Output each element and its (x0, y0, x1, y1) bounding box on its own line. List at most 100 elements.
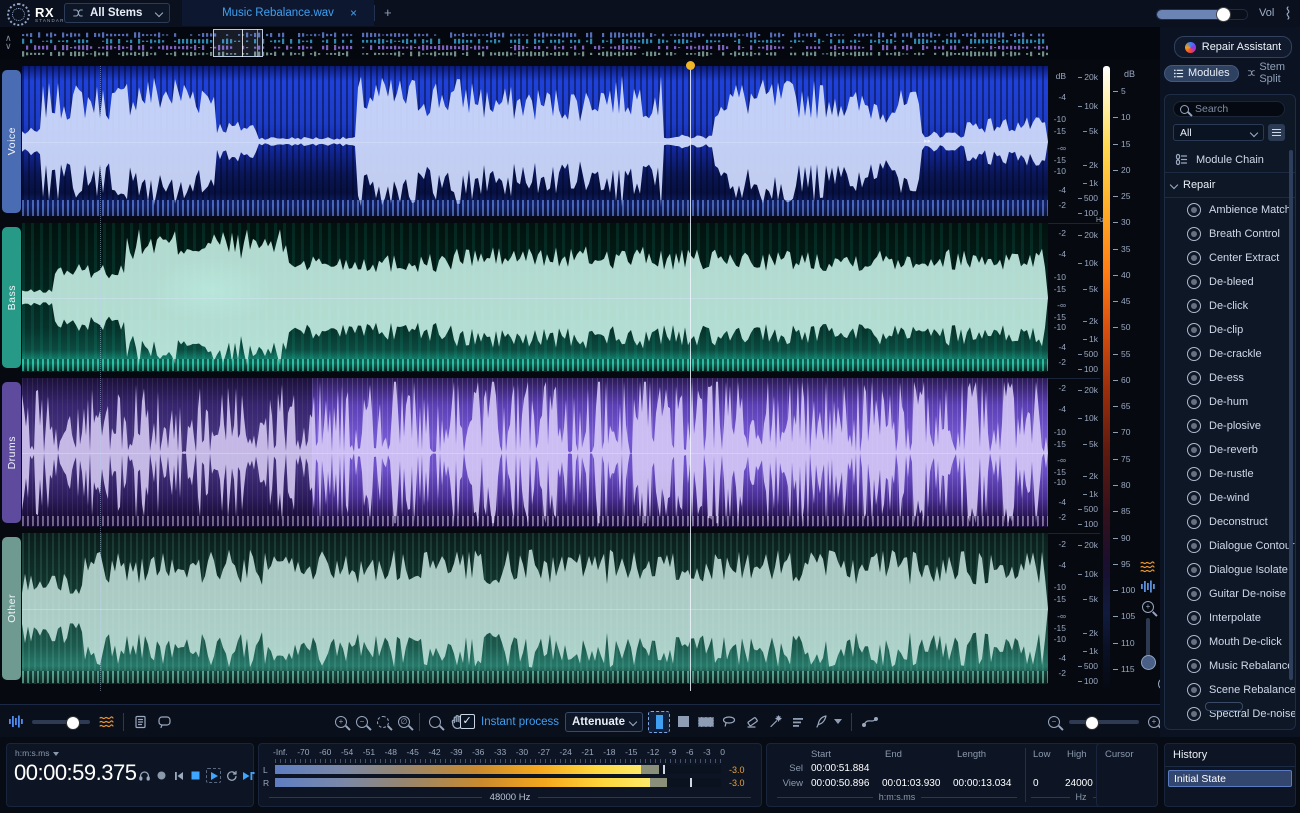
module-item[interactable]: De-clip (1165, 318, 1295, 342)
module-filter-select[interactable]: All (1173, 124, 1264, 141)
zoom-selection-icon[interactable] (377, 716, 389, 728)
module-item[interactable]: De-hum (1165, 390, 1295, 414)
minimap-resize-control[interactable]: ∧∨ (5, 34, 12, 50)
vertical-zoom-in-icon[interactable]: + (1142, 601, 1154, 613)
wave-spectrogram-blend-slider[interactable] (32, 720, 90, 724)
playhead-marker[interactable] (686, 61, 695, 70)
module-item[interactable]: De-reverb (1165, 438, 1295, 462)
module-item[interactable]: De-ess (1165, 366, 1295, 390)
high-frequency-value[interactable]: 24000 (1065, 778, 1093, 789)
new-tab-button[interactable]: + (384, 5, 392, 20)
clip-boundary-marker[interactable]: ▸▸ (924, 137, 931, 145)
tab-modules[interactable]: Modules (1164, 65, 1239, 82)
peak-readout-left[interactable]: -3.0 (729, 765, 745, 775)
file-tab[interactable]: Music Rebalance.wav (182, 0, 374, 26)
loop-button[interactable] (225, 769, 238, 782)
selection-start-value[interactable]: 00:00:51.884 (811, 763, 869, 774)
stems-selector[interactable]: All Stems (64, 3, 170, 23)
repair-section-header[interactable]: Repair (1165, 173, 1295, 198)
module-item[interactable]: Guitar De-noise (1165, 582, 1295, 606)
eraser-tool[interactable] (742, 712, 762, 732)
module-item[interactable]: Mouth De-click (1165, 630, 1295, 654)
drums-spectrogram[interactable] (22, 378, 1048, 527)
list-options-button[interactable] (1268, 124, 1285, 141)
waveform-stats-icon[interactable] (1281, 6, 1295, 21)
stem-tab-bass[interactable]: Bass (2, 227, 21, 368)
spectrogram-legend-bar[interactable] (1103, 66, 1110, 688)
waveform-view-icon[interactable] (1140, 580, 1155, 593)
module-item[interactable]: De-crackle (1165, 342, 1295, 366)
zoom-in-icon[interactable]: + (335, 716, 347, 728)
module-item[interactable]: De-wind (1165, 486, 1295, 510)
brush-tool[interactable] (811, 712, 831, 732)
horizontal-zoom-out-icon[interactable]: − (1048, 716, 1060, 728)
module-item[interactable]: Interpolate (1165, 606, 1295, 630)
waveform-blend-icon[interactable] (8, 715, 23, 728)
other-spectrogram[interactable] (22, 533, 1048, 684)
zoom-out-icon[interactable]: − (356, 716, 368, 728)
blend-slider-knob[interactable] (66, 716, 80, 730)
module-item[interactable]: Music Rebalance (1165, 654, 1295, 678)
module-item[interactable]: De-bleed (1165, 270, 1295, 294)
panel-resize-handle[interactable] (1205, 702, 1243, 711)
module-item[interactable]: Breath Control (1165, 222, 1295, 246)
stem-tab-other[interactable]: Other (2, 537, 21, 680)
spectrogram-blend-icon[interactable] (99, 715, 114, 728)
time-format-select[interactable]: h:m:s.ms (15, 748, 59, 758)
module-item[interactable]: De-rustle (1165, 462, 1295, 486)
peak-readout-right[interactable]: -3.0 (729, 778, 745, 788)
volume-slider-knob[interactable] (1216, 7, 1231, 22)
stem-tab-voice[interactable]: Voice (2, 70, 21, 213)
voice-spectrogram[interactable]: ▸▸ (22, 66, 1048, 217)
frequency-selection-tool[interactable] (696, 712, 716, 732)
comment-icon[interactable] (157, 714, 172, 729)
lasso-selection-tool[interactable] (719, 712, 739, 732)
view-start-value[interactable]: 00:00:50.896 (811, 778, 869, 789)
module-item[interactable]: Dialogue Contour (1165, 534, 1295, 558)
module-chain-item[interactable]: Module Chain (1165, 147, 1295, 173)
module-item[interactable]: Dialogue Isolate (1165, 558, 1295, 582)
tab-stem-split[interactable]: Stem Split (1247, 61, 1296, 85)
module-item[interactable]: Scene Rebalance (1165, 678, 1295, 702)
zoom-reset-icon[interactable]: ∅ (398, 716, 410, 728)
horizontal-zoom-knob[interactable] (1085, 716, 1099, 730)
stop-button[interactable] (189, 769, 202, 782)
bass-spectrogram[interactable] (22, 223, 1048, 372)
magic-wand-tool[interactable] (765, 712, 785, 732)
module-item[interactable]: De-click (1165, 294, 1295, 318)
volume-slider[interactable] (1156, 9, 1248, 20)
horizontal-zoom-slider[interactable] (1069, 720, 1139, 724)
repair-assistant-button[interactable]: Repair Assistant (1174, 36, 1292, 58)
harmonic-lines-tool[interactable] (788, 712, 808, 732)
playhead-time-display[interactable]: 00:00:59.375 (14, 760, 136, 786)
session-notes-icon[interactable] (133, 714, 148, 729)
vertical-zoom-knob[interactable] (1141, 655, 1156, 670)
signal-chain-curve-icon[interactable] (861, 714, 879, 729)
time-frequency-selection-tool[interactable] (673, 712, 693, 732)
brush-dropdown-icon[interactable] (834, 719, 842, 724)
monitor-button[interactable] (138, 769, 151, 782)
module-list-scrollbar[interactable] (1289, 150, 1293, 680)
module-item[interactable]: Deconstruct (1165, 510, 1295, 534)
instant-process-checkbox[interactable] (460, 714, 475, 729)
stem-tab-drums[interactable]: Drums (2, 382, 21, 523)
low-frequency-value[interactable]: 0 (1033, 778, 1039, 789)
module-item[interactable]: De-plosive (1165, 414, 1295, 438)
go-to-end-button[interactable] (242, 769, 255, 782)
overview-minimap[interactable] (22, 31, 1048, 57)
minimap-view-window[interactable] (213, 29, 263, 57)
view-length-value[interactable]: 00:00:13.034 (953, 778, 1011, 789)
playhead-line[interactable] (690, 66, 691, 691)
time-selection-tool[interactable] (648, 711, 670, 733)
module-item[interactable]: Ambience Match (1165, 198, 1295, 222)
horizontal-zoom-in-icon[interactable]: + (1148, 716, 1160, 728)
view-end-value[interactable]: 00:01:03.930 (882, 778, 940, 789)
record-button[interactable] (155, 769, 168, 782)
module-item[interactable]: Center Extract (1165, 246, 1295, 270)
magnify-tool-icon[interactable] (429, 716, 441, 728)
play-button[interactable] (206, 768, 221, 783)
process-mode-select[interactable]: Attenuate (565, 712, 643, 732)
previous-button[interactable] (172, 769, 185, 782)
module-search[interactable] (1173, 101, 1285, 117)
search-input[interactable] (1193, 102, 1277, 116)
